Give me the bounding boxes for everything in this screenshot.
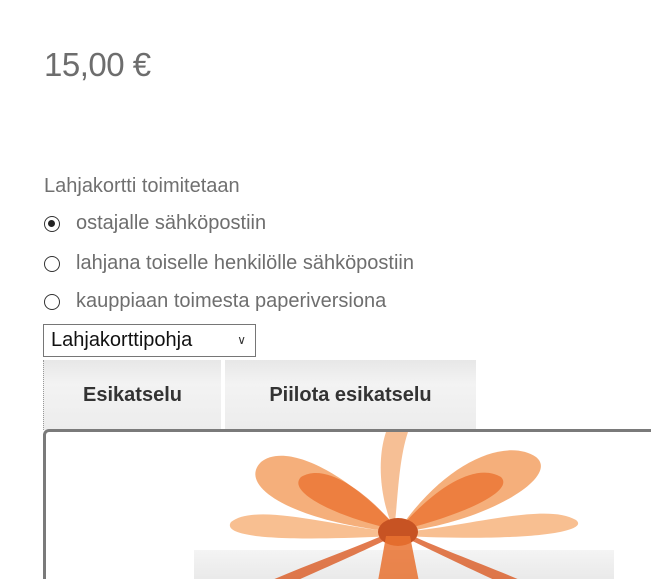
delivery-option-paper[interactable]: kauppiaan toimesta paperiversiona [44,290,386,313]
hide-preview-button[interactable]: Piilota esikatselu [225,360,476,430]
radio-button-checked[interactable] [44,215,60,232]
delivery-option-label: lahjana toiselle henkilölle sähköpostiin [76,252,414,274]
radio-button[interactable] [44,293,60,310]
gift-ribbon-image [194,432,614,579]
preview-button[interactable]: Esikatselu [43,360,221,430]
radio-button[interactable] [44,255,60,272]
gift-card-preview [43,429,651,579]
chevron-down-icon: ∨ [237,333,246,347]
template-select[interactable]: Lahjakorttipohja ∨ [43,324,256,357]
gift-card-product-page: 15,00 € Lahjakortti toimitetaan ostajall… [0,0,651,579]
delivery-option-label: kauppiaan toimesta paperiversiona [76,290,387,312]
delivery-option-buyer-email[interactable]: ostajalle sähköpostiin [44,212,266,235]
product-price: 15,00 € [44,46,151,83]
delivery-method-label: Lahjakortti toimitetaan [44,175,240,197]
template-select-value: Lahjakorttipohja [51,329,193,351]
delivery-option-label: ostajalle sähköpostiin [76,212,267,234]
delivery-option-gift-email[interactable]: lahjana toiselle henkilölle sähköpostiin [44,252,414,275]
